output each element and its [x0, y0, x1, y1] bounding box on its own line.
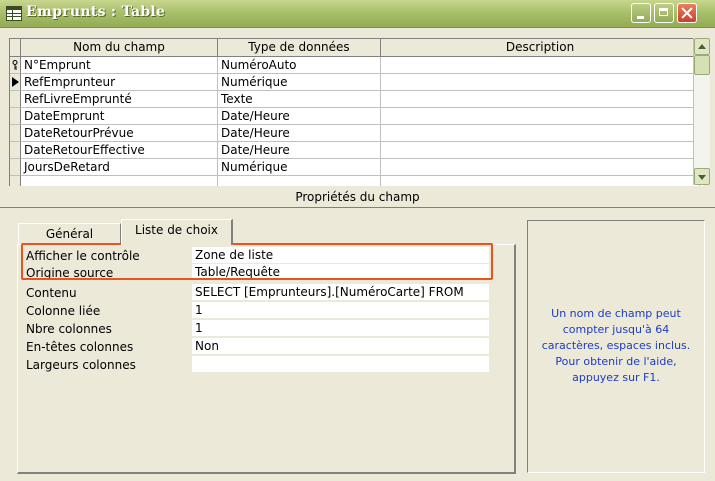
property-label: Contenu — [26, 286, 77, 300]
data-type-cell[interactable]: Date/Heure — [218, 142, 381, 159]
row-selector[interactable] — [10, 74, 21, 91]
property-value[interactable]: 1 — [192, 320, 489, 336]
scroll-thumb[interactable] — [694, 55, 710, 75]
highlight-annotation-box — [21, 243, 493, 280]
minimize-button[interactable] — [631, 3, 651, 23]
property-value[interactable]: Non — [192, 338, 489, 354]
property-value[interactable]: 1 — [192, 302, 489, 318]
property-row[interactable]: Colonne liée 1 — [24, 302, 490, 319]
grid-header: Nom du champ Type de données Description — [10, 39, 700, 57]
field-name-cell[interactable]: N°Emprunt — [21, 57, 218, 74]
maximize-button[interactable] — [654, 3, 674, 23]
help-text: Un nom de champ peut compter jusqu'à 64 … — [541, 307, 691, 384]
description-cell[interactable] — [381, 57, 700, 74]
header-selector-cell — [10, 39, 21, 56]
field-grid: Nom du champ Type de données Description… — [9, 38, 704, 186]
property-label: Nbre colonnes — [26, 322, 112, 336]
property-row[interactable]: Nbre colonnes 1 — [24, 320, 490, 337]
property-label: Largeurs colonnes — [26, 358, 136, 372]
property-row[interactable]: En-têtes colonnes Non — [24, 338, 490, 355]
description-cell[interactable] — [381, 74, 700, 91]
table-row[interactable]: RefLivreEmprunté Texte — [10, 91, 700, 108]
data-type-cell[interactable]: NuméroAuto — [218, 57, 381, 74]
help-panel: Un nom de champ peut compter jusqu'à 64 … — [527, 220, 705, 473]
property-label: Colonne liée — [26, 304, 101, 318]
row-selector[interactable] — [10, 142, 21, 159]
row-selector[interactable] — [10, 176, 21, 186]
field-name-cell[interactable]: JoursDeRetard — [21, 159, 218, 176]
field-name-cell[interactable] — [21, 176, 218, 186]
row-selector[interactable] — [10, 108, 21, 125]
field-name-cell[interactable]: DateEmprunt — [21, 108, 218, 125]
close-button[interactable] — [677, 3, 697, 23]
field-name-cell[interactable]: DateRetourEffective — [21, 142, 218, 159]
field-name-cell[interactable]: RefEmprunteur — [21, 74, 218, 91]
data-type-cell[interactable]: Numérique — [218, 159, 381, 176]
property-row[interactable]: Largeurs colonnes — [24, 356, 490, 373]
header-data-type[interactable]: Type de données — [218, 39, 381, 56]
property-label: En-têtes colonnes — [26, 340, 134, 354]
description-cell[interactable] — [381, 108, 700, 125]
scroll-up-button[interactable] — [694, 38, 710, 55]
table-row[interactable] — [10, 176, 700, 186]
description-cell[interactable] — [381, 142, 700, 159]
property-row[interactable]: Contenu SELECT [Emprunteurs].[NuméroCart… — [24, 284, 490, 301]
row-selector[interactable] — [10, 125, 21, 142]
table-icon — [6, 6, 22, 21]
window-title: Emprunts : Table — [26, 4, 166, 20]
description-cell[interactable] — [381, 125, 700, 142]
table-design-window: Emprunts : Table Nom du champ Type de do… — [0, 0, 715, 481]
table-row[interactable]: RefEmprunteur Numérique — [10, 74, 700, 91]
row-selector[interactable] — [10, 57, 21, 74]
table-row[interactable]: JoursDeRetard Numérique — [10, 159, 700, 176]
row-selector[interactable] — [10, 159, 21, 176]
description-cell[interactable] — [381, 91, 700, 108]
divider — [0, 207, 715, 208]
key-icon — [12, 60, 18, 70]
property-value[interactable] — [192, 356, 489, 372]
data-type-cell[interactable]: Numérique — [218, 74, 381, 91]
data-type-cell[interactable]: Date/Heure — [218, 125, 381, 142]
table-row[interactable]: N°Emprunt NuméroAuto — [10, 57, 700, 74]
data-type-cell[interactable]: Date/Heure — [218, 108, 381, 125]
table-row[interactable]: DateEmprunt Date/Heure — [10, 108, 700, 125]
field-properties-caption: Propriétés du champ — [295, 190, 420, 204]
table-row[interactable]: DateRetourPrévue Date/Heure — [10, 125, 700, 142]
description-cell[interactable] — [381, 176, 700, 186]
data-type-cell[interactable] — [218, 176, 381, 186]
scroll-down-button[interactable] — [694, 168, 710, 185]
data-type-cell[interactable]: Texte — [218, 91, 381, 108]
header-description[interactable]: Description — [381, 39, 700, 56]
table-row[interactable]: DateRetourEffective Date/Heure — [10, 142, 700, 159]
tab-general[interactable]: Général — [18, 223, 121, 244]
field-name-cell[interactable]: RefLivreEmprunté — [21, 91, 218, 108]
header-field-name[interactable]: Nom du champ — [21, 39, 218, 56]
description-cell[interactable] — [381, 159, 700, 176]
title-bar[interactable]: Emprunts : Table — [0, 0, 715, 28]
grid-vertical-scrollbar[interactable] — [693, 38, 710, 185]
current-row-arrow-icon — [12, 77, 19, 87]
field-name-cell[interactable]: DateRetourPrévue — [21, 125, 218, 142]
tab-liste-de-choix[interactable]: Liste de choix — [121, 219, 233, 245]
property-value[interactable]: SELECT [Emprunteurs].[NuméroCarte] FROM — [192, 284, 489, 300]
row-selector[interactable] — [10, 91, 21, 108]
